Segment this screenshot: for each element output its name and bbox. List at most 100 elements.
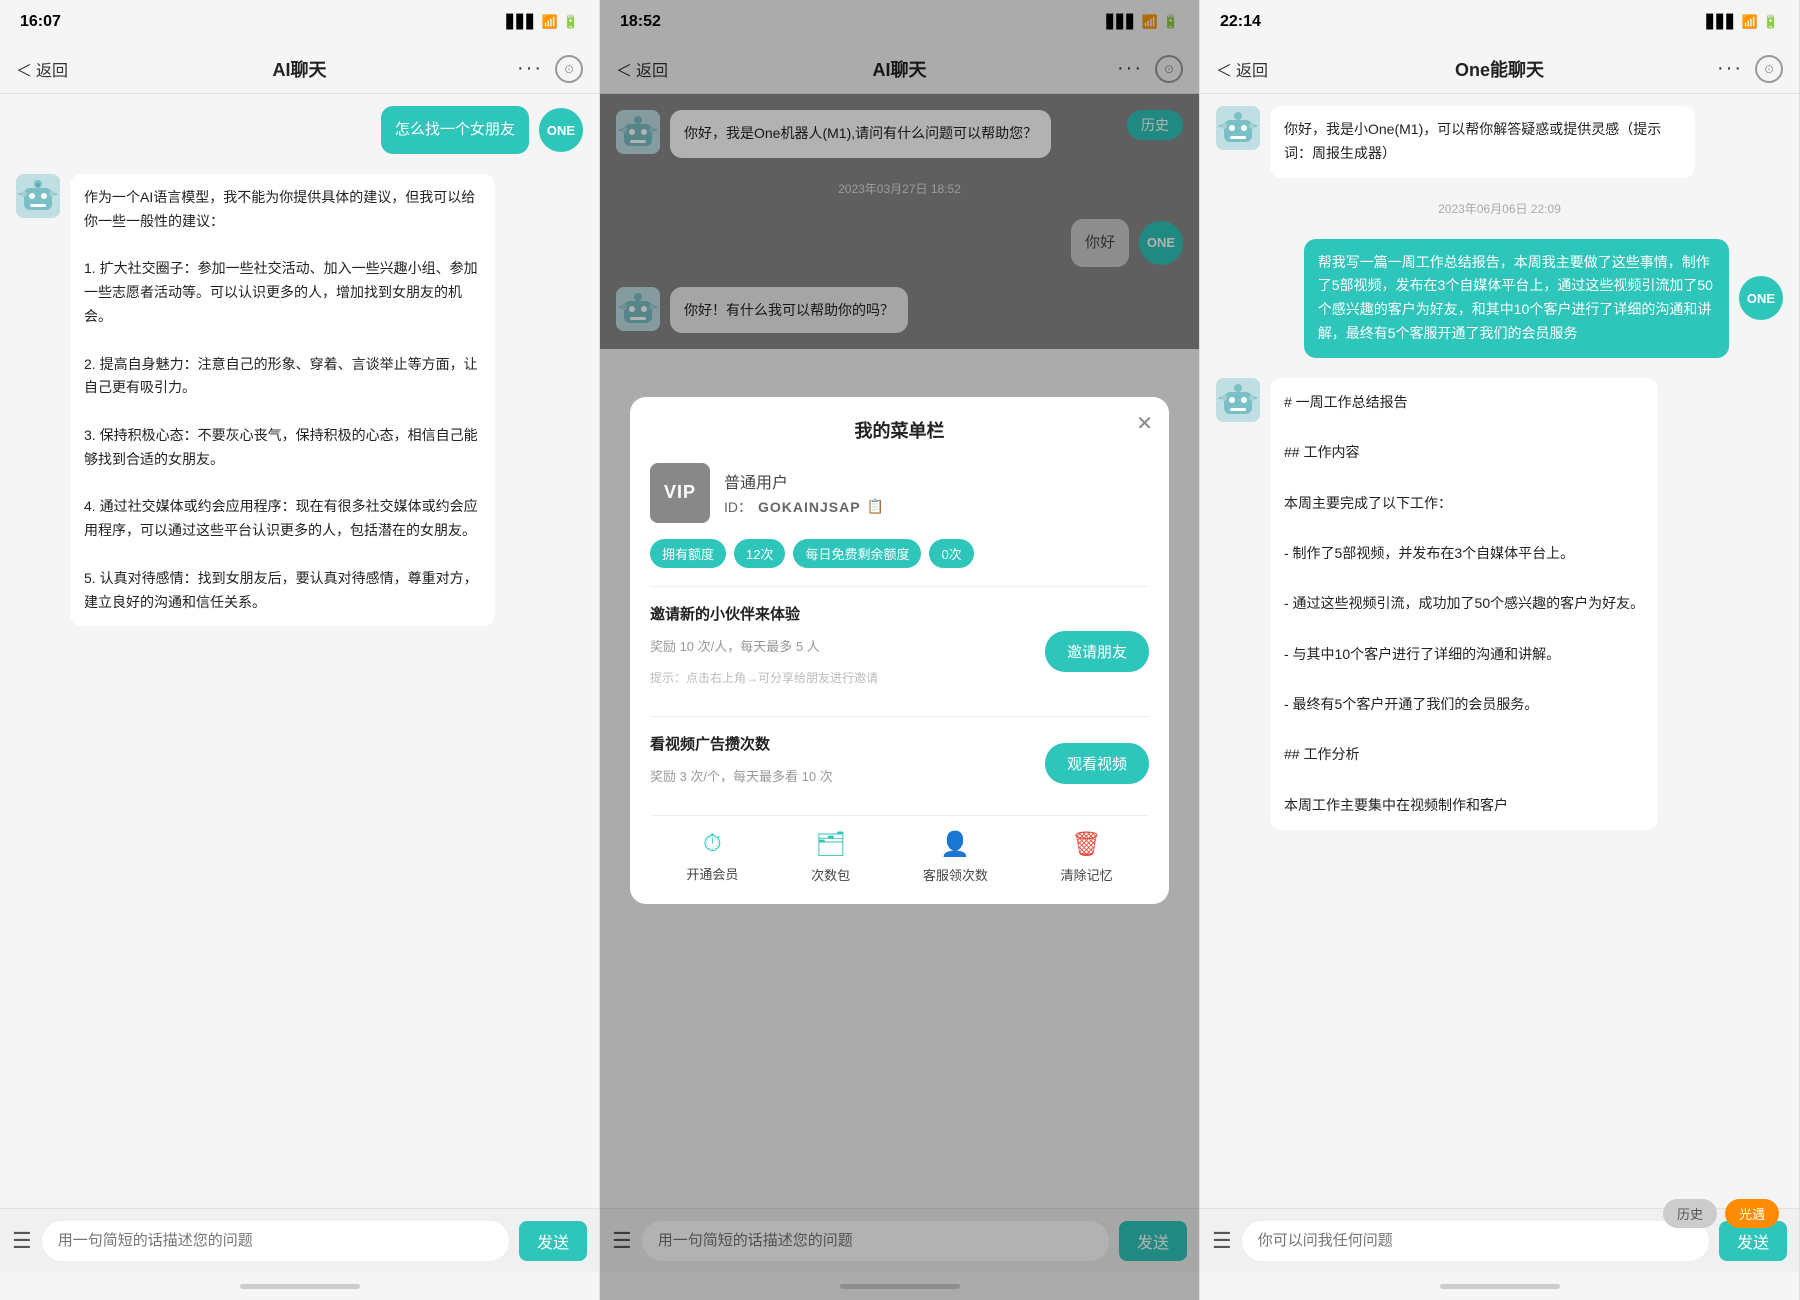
vip-id-row: ID： GOKAINJSAP 📋: [724, 497, 884, 517]
modal-tab-pkg[interactable]: 🗂 次数包: [811, 830, 850, 884]
signal-icon-3: ▋▋▋: [1707, 14, 1737, 30]
quota-count1: 12次: [734, 539, 785, 568]
msg-row-user-1: 怎么找一个女朋友 ONE: [16, 106, 583, 154]
input-bar-1: ☰ 发送: [0, 1208, 599, 1272]
signal-icon-1: ▋▋▋: [507, 14, 537, 30]
modal-tabs: ⏱ 开通会员 🗂 次数包 👤 客服领次数 🗑 清除记忆: [650, 815, 1149, 884]
vip-id-label: ID：: [724, 497, 752, 517]
panel-2: 18:52 ▋▋▋ 📶 🔋 ＜ 返回 AI聊天 ··· ⊙: [600, 0, 1200, 1300]
send-button-1[interactable]: 发送: [519, 1221, 587, 1261]
panel-3: 22:14 ▋▋▋ 📶 🔋 ＜ 返回 One能聊天 ··· ⊙: [1200, 0, 1800, 1300]
vip-type: 普通用户: [724, 469, 884, 493]
message-input-3[interactable]: [1242, 1221, 1709, 1261]
back-button-1[interactable]: ＜ 返回: [16, 57, 68, 81]
video-desc: 奖励 3 次/个，每天最多看 10 次: [650, 766, 833, 785]
nav-bar-3: ＜ 返回 One能聊天 ··· ⊙: [1200, 44, 1799, 94]
nav-right-3: ··· ⊙: [1717, 55, 1783, 83]
time-3: 22:14: [1220, 13, 1261, 31]
home-indicator-1: [0, 1272, 599, 1300]
vip-id-value: GOKAINJSAP: [758, 499, 861, 515]
back-chevron-1: ＜: [16, 57, 32, 81]
msg-bot-3a: 你好，我是小One(M1)，可以帮你解答疑惑或提供灵感（提示词：周报生成器）: [1216, 106, 1783, 178]
vip-tab-icon: ⏱: [703, 830, 722, 858]
msg-row-bot-1: 作为一个AI语言模型，我不能为你提供具体的建议，但我可以给你一些一般性的建议： …: [16, 174, 583, 626]
avatar-bot-3b: [1216, 378, 1260, 422]
bubble-user-3: 帮我写一篇一周工作总结报告，本周我主要做了这些事情，制作了5部视频，发布在3个自…: [1304, 239, 1729, 358]
modal-tab-service[interactable]: 👤 客服领次数: [923, 830, 988, 884]
tag-history[interactable]: 历史: [1663, 1199, 1717, 1228]
nav-bar-1: ＜ 返回 AI聊天 ··· ⊙: [0, 44, 599, 94]
msg-user-3: 帮我写一篇一周工作总结报告，本周我主要做了这些事情，制作了5部视频，发布在3个自…: [1216, 239, 1783, 358]
nav-circle-3[interactable]: ⊙: [1755, 55, 1783, 83]
vip-badge: VIP: [650, 463, 710, 523]
menu-icon-1[interactable]: ☰: [12, 1228, 32, 1254]
divider-2: [650, 716, 1149, 717]
vip-row: VIP 普通用户 ID： GOKAINJSAP 📋: [650, 463, 1149, 523]
message-input-1[interactable]: [42, 1221, 509, 1261]
quota-row: 拥有额度 12次 每日免费剩余额度 0次: [650, 539, 1149, 568]
wifi-icon-1: 📶: [542, 14, 558, 30]
clear-tab-label: 清除记忆: [1061, 865, 1113, 884]
home-indicator-3: [1200, 1272, 1799, 1300]
nav-dots-3[interactable]: ···: [1717, 57, 1743, 80]
battery-icon-3: 🔋: [1763, 14, 1779, 30]
battery-icon-1: 🔋: [563, 14, 579, 30]
invite-left: 邀请新的小伙伴来体验 奖励 10 次/人，每天最多 5 人 提示：点击右上角→可…: [650, 603, 878, 700]
modal-overlay: ✕ 我的菜单栏 VIP 普通用户 ID： GOKAINJSAP 📋 拥有额度 1…: [600, 0, 1199, 1300]
status-icons-1: ▋▋▋ 📶 🔋: [507, 14, 579, 30]
back-button-3[interactable]: ＜ 返回: [1216, 57, 1268, 81]
avatar-bot-3a: [1216, 106, 1260, 150]
home-bar-3: [1440, 1284, 1560, 1289]
vip-info: 普通用户 ID： GOKAINJSAP 📋: [724, 469, 884, 517]
invite-title: 邀请新的小伙伴来体验: [650, 603, 878, 624]
modal-tab-vip[interactable]: ⏱ 开通会员: [686, 830, 738, 884]
video-left: 看视频广告攒次数 奖励 3 次/个，每天最多看 10 次: [650, 733, 833, 795]
quota-tag1: 拥有额度: [650, 539, 726, 568]
clear-tab-icon: 🗑: [1071, 830, 1101, 859]
tag-guangyou[interactable]: 光遇: [1725, 1199, 1779, 1228]
status-bar-3: 22:14 ▋▋▋ 📶 🔋: [1200, 0, 1799, 44]
panel-1: 16:07 ▋▋▋ 📶 🔋 ＜ 返回 AI聊天 ··· ⊙ 怎么找一个女朋友 O…: [0, 0, 600, 1300]
one-logo-1: ONE: [539, 108, 583, 152]
nav-title-3: One能聊天: [1455, 56, 1544, 82]
invite-desc: 奖励 10 次/人，每天最多 5 人: [650, 636, 878, 655]
wifi-icon-3: 📶: [1742, 14, 1758, 30]
modal-card: ✕ 我的菜单栏 VIP 普通用户 ID： GOKAINJSAP 📋 拥有额度 1…: [630, 397, 1169, 904]
one-logo-3: ONE: [1739, 276, 1783, 320]
bubble-bot-1: 作为一个AI语言模型，我不能为你提供具体的建议，但我可以给你一些一般性的建议： …: [70, 174, 495, 626]
copy-icon[interactable]: 📋: [867, 498, 884, 515]
invite-section: 邀请新的小伙伴来体验 奖励 10 次/人，每天最多 5 人 提示：点击右上角→可…: [650, 603, 1149, 700]
bubble-bot-3a: 你好，我是小One(M1)，可以帮你解答疑惑或提供灵感（提示词：周报生成器）: [1270, 106, 1695, 178]
video-section: 看视频广告攒次数 奖励 3 次/个，每天最多看 10 次 观看视频: [650, 733, 1149, 795]
service-tab-icon: 👤: [940, 830, 970, 859]
vip-tab-label: 开通会员: [686, 864, 738, 883]
video-button[interactable]: 观看视频: [1045, 743, 1149, 784]
modal-tab-clear[interactable]: 🗑 清除记忆: [1061, 830, 1113, 884]
msg-bot-3b: # 一周工作总结报告 ## 工作内容 本周主要完成了以下工作： - 制作了5部视…: [1216, 378, 1783, 830]
tag-chips-row: 历史 光遇: [1663, 1199, 1779, 1228]
time-1: 16:07: [20, 13, 61, 31]
nav-dots-1[interactable]: ···: [517, 57, 543, 80]
invite-note: 提示：点击右上角→可分享给朋友进行邀请: [650, 669, 878, 686]
status-icons-3: ▋▋▋ 📶 🔋: [1707, 14, 1779, 30]
chat-area-1: 怎么找一个女朋友 ONE: [0, 94, 599, 1208]
back-label-1: 返回: [36, 57, 68, 81]
modal-title: 我的菜单栏: [650, 417, 1149, 443]
invite-button[interactable]: 邀请朋友: [1045, 631, 1149, 672]
avatar-bot-1: [16, 174, 60, 218]
chat-area-3: 你好，我是小One(M1)，可以帮你解答疑惑或提供灵感（提示词：周报生成器） 2…: [1200, 94, 1799, 1208]
modal-close-button[interactable]: ✕: [1136, 411, 1153, 436]
nav-circle-1[interactable]: ⊙: [555, 55, 583, 83]
quota-tag2: 每日免费剩余额度: [793, 539, 921, 568]
divider-1: [650, 586, 1149, 587]
status-bar-1: 16:07 ▋▋▋ 📶 🔋: [0, 0, 599, 44]
bubble-user-1: 怎么找一个女朋友: [381, 106, 529, 154]
bubble-bot-3b: # 一周工作总结报告 ## 工作内容 本周主要完成了以下工作： - 制作了5部视…: [1270, 378, 1658, 830]
home-bar-1: [240, 1284, 360, 1289]
nav-right-1: ··· ⊙: [517, 55, 583, 83]
nav-title-1: AI聊天: [273, 56, 327, 82]
date-3: 2023年06月06日 22:09: [1216, 200, 1783, 217]
menu-icon-3[interactable]: ☰: [1212, 1228, 1232, 1254]
back-chevron-3: ＜: [1216, 57, 1232, 81]
video-title: 看视频广告攒次数: [650, 733, 833, 754]
